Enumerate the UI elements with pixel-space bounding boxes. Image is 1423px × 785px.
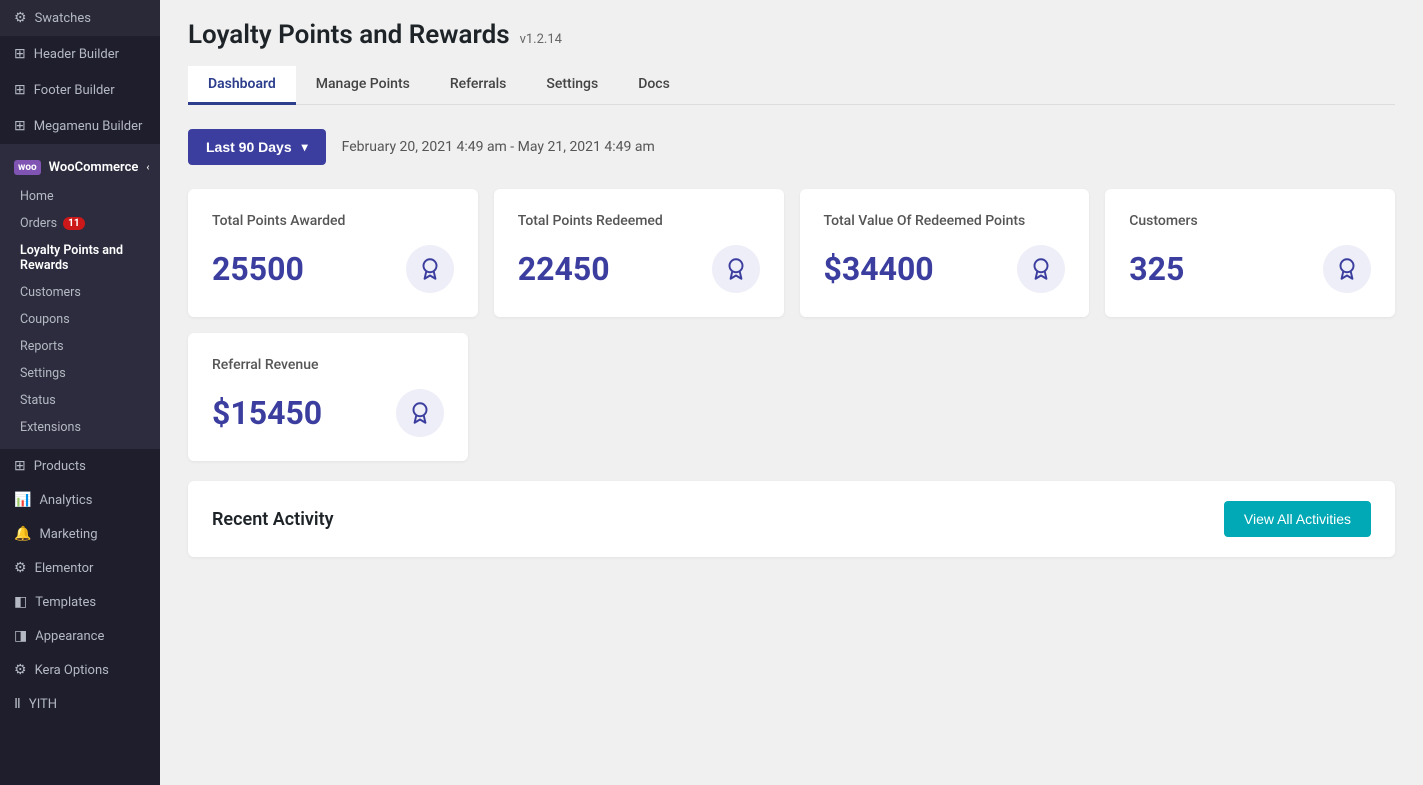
sidebar-item-extensions[interactable]: Extensions xyxy=(0,414,160,441)
tab-docs[interactable]: Docs xyxy=(618,66,690,105)
stat-card-total-value-redeemed: Total Value Of Redeemed Points $34400 xyxy=(800,189,1090,317)
page-title: Loyalty Points and Rewards xyxy=(188,20,510,50)
award-icon-0 xyxy=(406,245,454,293)
second-row: Referral Revenue $15450 xyxy=(188,333,1395,461)
main-content: Loyalty Points and Rewards v1.2.14 Dashb… xyxy=(160,0,1423,785)
award-icon-referral xyxy=(396,389,444,437)
award-icon-3 xyxy=(1323,245,1371,293)
referral-revenue-value: $15450 xyxy=(212,394,322,432)
stat-value-customers: 325 xyxy=(1129,250,1184,288)
chevron-down-icon: ▾ xyxy=(302,140,308,154)
products-icon: ⊞ xyxy=(14,458,26,474)
date-range-button[interactable]: Last 90 Days ▾ xyxy=(188,129,326,165)
version-badge: v1.2.14 xyxy=(520,32,562,47)
gear-icon: ⚙ xyxy=(14,10,27,26)
sidebar-item-settings[interactable]: Settings xyxy=(0,360,160,387)
stat-card-total-points-redeemed: Total Points Redeemed 22450 xyxy=(494,189,784,317)
chevron-left-icon: ‹ xyxy=(146,162,149,173)
analytics-icon: 📊 xyxy=(14,492,31,508)
sidebar-top-items: ⚙ Swatches ⊞ Header Builder ⊞ Footer Bui… xyxy=(0,0,160,144)
recent-activity-header: Recent Activity View All Activities xyxy=(212,501,1371,537)
referral-revenue-card: Referral Revenue $15450 xyxy=(188,333,468,461)
tab-settings[interactable]: Settings xyxy=(526,66,618,105)
stat-value-total-points-redeemed: 22450 xyxy=(518,250,610,288)
date-range-text: February 20, 2021 4:49 am - May 21, 2021… xyxy=(342,139,655,155)
sidebar-item-orders[interactable]: Orders 11 xyxy=(0,210,160,237)
sidebar-item-marketing[interactable]: 🔔 Marketing xyxy=(0,517,160,551)
woocommerce-section: woo WooCommerce ‹ Home Orders 11 Loyalty… xyxy=(0,144,160,449)
sidebar-item-swatches[interactable]: ⚙ Swatches xyxy=(0,0,160,36)
sidebar-item-megamenu-builder[interactable]: ⊞ Megamenu Builder xyxy=(0,108,160,144)
filter-row: Last 90 Days ▾ February 20, 2021 4:49 am… xyxy=(188,129,1395,165)
stat-value-total-points-awarded: 25500 xyxy=(212,250,304,288)
stat-title-total-points-awarded: Total Points Awarded xyxy=(212,213,454,229)
tabs-bar: Dashboard Manage Points Referrals Settin… xyxy=(188,66,1395,105)
stat-title-customers: Customers xyxy=(1129,213,1371,229)
sidebar-item-coupons[interactable]: Coupons xyxy=(0,306,160,333)
sidebar-item-customers[interactable]: Customers xyxy=(0,279,160,306)
sidebar-item-status[interactable]: Status xyxy=(0,387,160,414)
sidebar-item-appearance[interactable]: ◨ Appearance xyxy=(0,619,160,653)
referral-revenue-title: Referral Revenue xyxy=(212,357,444,373)
grid-icon-3: ⊞ xyxy=(14,118,26,134)
sidebar-item-reports[interactable]: Reports xyxy=(0,333,160,360)
woo-logo: woo xyxy=(14,160,41,175)
stat-card-customers: Customers 325 xyxy=(1105,189,1395,317)
sidebar-item-elementor[interactable]: ⚙ Elementor xyxy=(0,551,160,585)
stat-title-total-points-redeemed: Total Points Redeemed xyxy=(518,213,760,229)
orders-badge: 11 xyxy=(63,217,84,230)
tab-referrals[interactable]: Referrals xyxy=(430,66,527,105)
sidebar-item-loyalty[interactable]: Loyalty Points and Rewards xyxy=(0,237,160,279)
yith-icon: Ⅱ xyxy=(14,696,21,712)
grid-icon-2: ⊞ xyxy=(14,82,26,98)
sidebar-bottom-items: ⊞ Products 📊 Analytics 🔔 Marketing ⚙ Ele… xyxy=(0,449,160,721)
grid-icon: ⊞ xyxy=(14,46,26,62)
page-title-row: Loyalty Points and Rewards v1.2.14 xyxy=(188,20,1395,50)
view-all-activities-button[interactable]: View All Activities xyxy=(1224,501,1371,537)
recent-activity-title: Recent Activity xyxy=(212,509,334,530)
sidebar-item-home[interactable]: Home xyxy=(0,183,160,210)
stat-card-total-points-awarded: Total Points Awarded 25500 xyxy=(188,189,478,317)
tab-manage-points[interactable]: Manage Points xyxy=(296,66,430,105)
elementor-icon: ⚙ xyxy=(14,560,27,576)
dashboard-content: Last 90 Days ▾ February 20, 2021 4:49 am… xyxy=(160,105,1423,785)
stat-title-total-value-redeemed: Total Value Of Redeemed Points xyxy=(824,213,1066,229)
award-icon-2 xyxy=(1017,245,1065,293)
sidebar-item-footer-builder[interactable]: ⊞ Footer Builder xyxy=(0,72,160,108)
sidebar-item-products[interactable]: ⊞ Products xyxy=(0,449,160,483)
tab-dashboard[interactable]: Dashboard xyxy=(188,66,296,105)
sidebar-item-kera-options[interactable]: ⚙ Kera Options xyxy=(0,653,160,687)
sidebar-item-analytics[interactable]: 📊 Analytics xyxy=(0,483,160,517)
sidebar-item-yith[interactable]: Ⅱ YITH xyxy=(0,687,160,721)
sidebar: ⚙ Swatches ⊞ Header Builder ⊞ Footer Bui… xyxy=(0,0,160,785)
stats-cards-row: Total Points Awarded 25500 Total Points … xyxy=(188,189,1395,317)
stat-value-total-value-redeemed: $34400 xyxy=(824,250,934,288)
kera-icon: ⚙ xyxy=(14,662,27,678)
marketing-icon: 🔔 xyxy=(14,526,31,542)
woocommerce-header[interactable]: woo WooCommerce ‹ xyxy=(0,152,160,183)
sidebar-item-header-builder[interactable]: ⊞ Header Builder xyxy=(0,36,160,72)
page-header: Loyalty Points and Rewards v1.2.14 Dashb… xyxy=(160,0,1423,105)
sidebar-item-templates[interactable]: ◧ Templates xyxy=(0,585,160,619)
recent-activity-section: Recent Activity View All Activities xyxy=(188,481,1395,557)
appearance-icon: ◨ xyxy=(14,628,27,644)
award-icon-1 xyxy=(712,245,760,293)
templates-icon: ◧ xyxy=(14,594,27,610)
